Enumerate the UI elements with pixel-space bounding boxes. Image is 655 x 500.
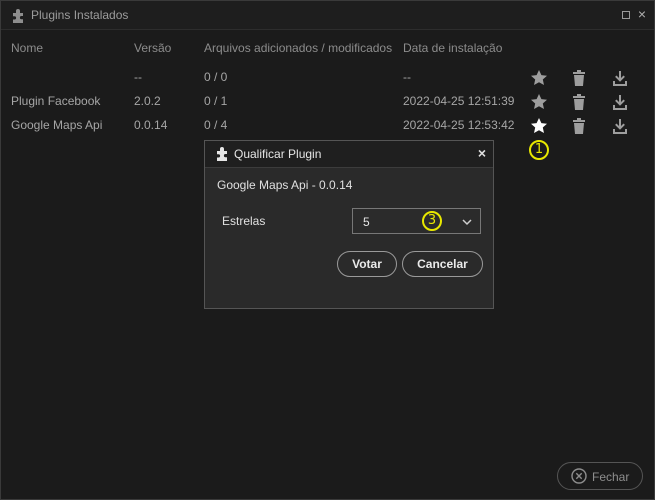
close-circle-icon bbox=[571, 468, 587, 484]
rate-plugin-dialog: Qualificar Plugin × Google Maps Api - 0.… bbox=[204, 140, 494, 309]
close-icon[interactable]: × bbox=[638, 6, 646, 22]
maximize-icon[interactable] bbox=[622, 11, 630, 19]
dialog-title: Qualificar Plugin bbox=[234, 147, 322, 161]
window-titlebar: Plugins Instalados × bbox=[1, 1, 654, 30]
header-nome: Nome bbox=[11, 41, 44, 55]
close-window-label: Fechar bbox=[592, 470, 630, 484]
header-arquivos: Arquivos adicionados / modificados bbox=[204, 41, 393, 55]
cell-nome: Google Maps Api bbox=[11, 118, 103, 132]
star-icon[interactable] bbox=[529, 68, 549, 88]
annotation-marker-1: 1 bbox=[529, 140, 549, 160]
cell-arquivos: 0 / 1 bbox=[204, 94, 228, 108]
download-icon[interactable] bbox=[610, 116, 630, 136]
stars-select-value: 5 bbox=[363, 215, 370, 229]
stars-select[interactable]: 5 bbox=[352, 208, 481, 234]
cell-versao: 2.0.2 bbox=[134, 94, 161, 108]
puzzle-icon bbox=[11, 8, 27, 24]
download-icon[interactable] bbox=[610, 68, 630, 88]
download-icon[interactable] bbox=[610, 92, 630, 112]
star-icon[interactable] bbox=[529, 92, 549, 112]
stars-label: Estrelas bbox=[222, 214, 266, 228]
cell-data: 2022-04-25 12:51:39 bbox=[403, 94, 515, 108]
header-data: Data de instalação bbox=[403, 41, 503, 55]
cell-arquivos: 0 / 4 bbox=[204, 118, 228, 132]
cell-arquivos: 0 / 0 bbox=[204, 70, 228, 84]
cell-versao: 0.0.14 bbox=[134, 118, 168, 132]
trash-icon[interactable] bbox=[569, 116, 589, 136]
close-window-button[interactable]: Fechar bbox=[557, 462, 643, 490]
window-title: Plugins Instalados bbox=[31, 8, 129, 22]
trash-icon[interactable] bbox=[569, 92, 589, 112]
plugins-window: Plugins Instalados × Nome Versão Arquivo… bbox=[0, 0, 655, 500]
cancel-button[interactable]: Cancelar bbox=[402, 251, 483, 277]
header-versao: Versão bbox=[134, 41, 172, 55]
cell-versao: -- bbox=[134, 70, 142, 84]
vote-button[interactable]: Votar bbox=[337, 251, 397, 277]
puzzle-icon bbox=[215, 146, 231, 162]
chevron-down-icon bbox=[462, 216, 472, 226]
dialog-plugin-name: Google Maps Api - 0.0.14 bbox=[217, 178, 353, 192]
dialog-titlebar: Qualificar Plugin × bbox=[205, 141, 493, 168]
annotation-marker-3: 3 bbox=[422, 211, 442, 231]
cell-nome: Plugin Facebook bbox=[11, 94, 101, 108]
star-icon-active[interactable] bbox=[529, 116, 549, 136]
cell-data: -- bbox=[403, 70, 411, 84]
trash-icon[interactable] bbox=[569, 68, 589, 88]
dialog-close-icon[interactable]: × bbox=[478, 145, 486, 161]
cell-data: 2022-04-25 12:53:42 bbox=[403, 118, 515, 132]
